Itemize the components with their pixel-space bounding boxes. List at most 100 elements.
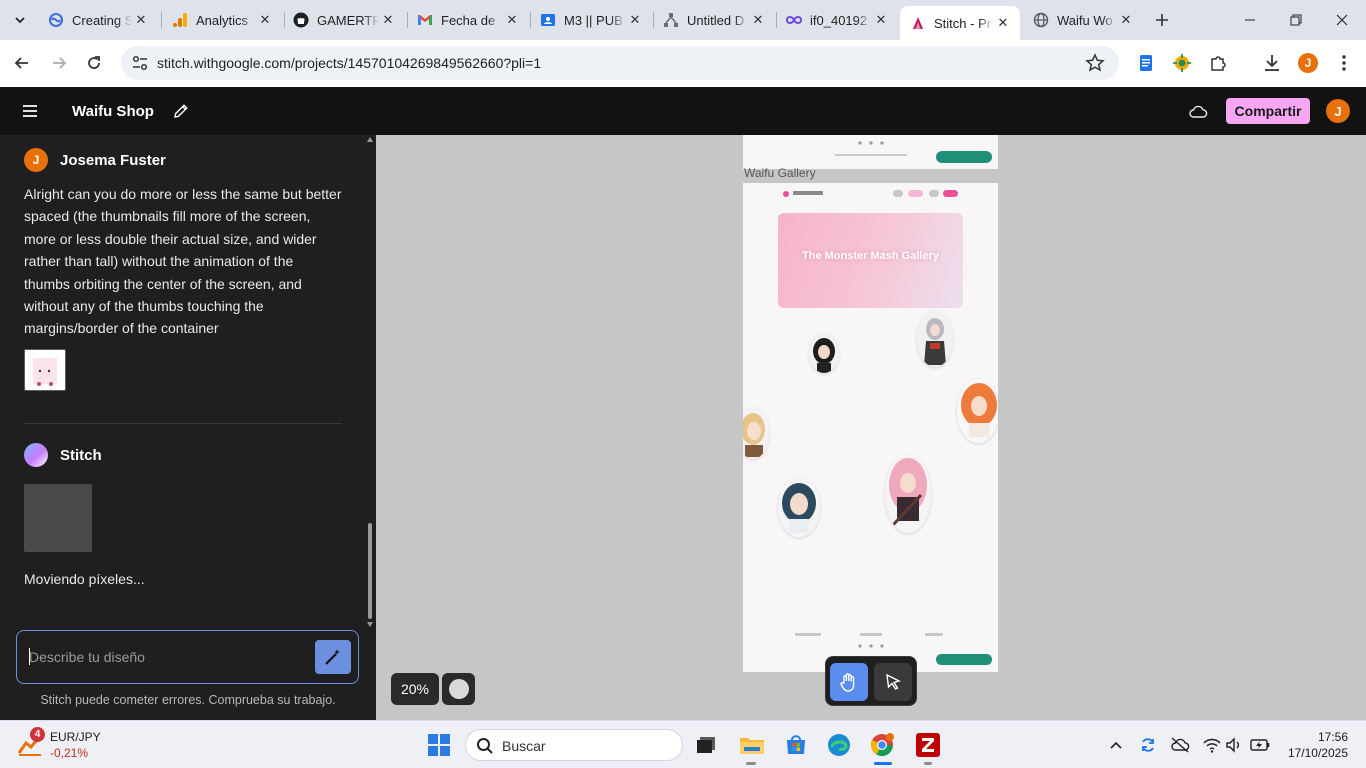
close-icon[interactable]: ✕: [749, 11, 767, 29]
user-message-header: J Josema Fuster: [24, 148, 166, 172]
social-icons: [858, 644, 884, 648]
screen-frame-waifu-gallery[interactable]: The Monster Mash Gallery: [743, 183, 998, 672]
forward-arrow-icon: [53, 57, 67, 69]
address-bar[interactable]: stitch.withgoogle.com/projects/145701042…: [121, 46, 1119, 80]
task-view-button[interactable]: [690, 729, 722, 761]
downloads-button[interactable]: [1261, 52, 1283, 74]
cloud-saved-icon[interactable]: [1188, 103, 1208, 121]
minimize-button[interactable]: [1227, 0, 1273, 40]
scroll-down-arrow-icon[interactable]: [367, 622, 373, 627]
windows-taskbar: 4 EUR/JPY -0,21% Buscar 17:56 17/10/2025: [0, 720, 1366, 768]
browser-tab[interactable]: Waifu Wo ✕: [1023, 6, 1143, 34]
scroll-up-arrow-icon[interactable]: [367, 137, 373, 142]
zoom-level-button[interactable]: 20%: [391, 673, 439, 705]
share-button[interactable]: Compartir: [1226, 98, 1310, 124]
running-indicator: [924, 762, 932, 765]
mini-nav-link: [929, 190, 939, 197]
chevron-up-icon: [1110, 741, 1122, 749]
select-tool-button[interactable]: [874, 663, 912, 701]
browser-tab[interactable]: Creating S ✕: [38, 6, 158, 34]
browser-tab-active[interactable]: Stitch - Pr ✕: [900, 6, 1020, 40]
close-icon[interactable]: ✕: [626, 11, 644, 29]
attachment-thumbnail[interactable]: [24, 349, 66, 391]
folder-icon: [740, 738, 764, 754]
reload-button[interactable]: [82, 51, 106, 75]
filezilla-button[interactable]: [912, 729, 944, 761]
magic-wand-icon: [325, 649, 340, 665]
widget-title[interactable]: EUR/JPY: [50, 730, 101, 744]
url-text[interactable]: stitch.withgoogle.com/projects/145701042…: [157, 55, 541, 71]
prompt-input[interactable]: [29, 646, 309, 668]
project-title[interactable]: Waifu Shop: [72, 103, 154, 120]
gmail-icon: [417, 12, 433, 28]
browser-tab[interactable]: GAMERTR ✕: [283, 6, 405, 34]
app-header: Waifu Shop Compartir J: [0, 87, 1366, 135]
prompt-input-container: [16, 630, 359, 684]
widget-value[interactable]: -0,21%: [50, 746, 88, 760]
minimize-icon: [1245, 19, 1255, 21]
theme-toggle-button[interactable]: [442, 673, 475, 705]
tab-search-button[interactable]: [8, 8, 32, 32]
hamburger-menu-icon[interactable]: [20, 101, 40, 121]
stitch-avatar-icon: [24, 443, 48, 467]
profile-button[interactable]: J: [1297, 52, 1319, 74]
close-icon[interactable]: ✕: [872, 11, 890, 29]
restore-button[interactable]: [1273, 0, 1319, 40]
close-icon[interactable]: ✕: [1117, 11, 1135, 29]
microsoft-store-button[interactable]: [780, 729, 812, 761]
restore-icon: [1290, 14, 1302, 26]
extension-button[interactable]: [1171, 52, 1193, 74]
browser-tab[interactable]: M3 || PUB ✕: [530, 6, 652, 34]
browser-tab[interactable]: Analytics ✕: [162, 6, 282, 34]
back-button[interactable]: [10, 51, 34, 75]
tray-overflow-button[interactable]: [1106, 735, 1126, 755]
browser-tab[interactable]: if0_40192 ✕: [776, 6, 898, 34]
site-settings-icon[interactable]: [131, 54, 149, 72]
cloud-off-icon: [1171, 737, 1190, 753]
extension-button[interactable]: [1135, 52, 1157, 74]
battery-tray-button[interactable]: [1250, 735, 1270, 755]
forward-button[interactable]: [47, 51, 71, 75]
generate-button[interactable]: [315, 640, 351, 674]
user-avatar[interactable]: J: [1326, 99, 1350, 123]
text-caret: [29, 648, 30, 665]
hand-tool-button[interactable]: [830, 663, 868, 701]
mini-nav-button: [943, 190, 958, 197]
design-canvas[interactable]: Waifu Gallery The Monster Mash Gallery 2…: [376, 135, 1366, 720]
close-icon[interactable]: ✕: [132, 11, 150, 29]
extensions-menu-button[interactable]: [1207, 52, 1229, 74]
docs-extension-icon: [1140, 55, 1152, 71]
frame-title[interactable]: Waifu Gallery: [744, 166, 816, 180]
chrome-button[interactable]: [866, 729, 898, 761]
browser-tab[interactable]: Untitled D ✕: [653, 6, 775, 34]
kebab-menu-icon: [1342, 55, 1346, 71]
close-icon[interactable]: ✕: [503, 11, 521, 29]
close-window-button[interactable]: [1319, 0, 1365, 40]
edit-pencil-icon[interactable]: [172, 102, 190, 120]
sync-tray-button[interactable]: [1138, 735, 1158, 755]
close-icon[interactable]: ✕: [256, 11, 274, 29]
edge-icon: [828, 734, 850, 756]
edge-button[interactable]: [823, 729, 855, 761]
wifi-tray-button[interactable]: [1202, 735, 1222, 755]
volume-tray-button[interactable]: [1224, 735, 1244, 755]
battery-charging-icon: [1250, 739, 1270, 751]
github-icon: [293, 12, 309, 28]
browser-tab[interactable]: Fecha de ✕: [407, 6, 529, 34]
new-tab-button[interactable]: [1150, 8, 1174, 32]
taskbar-search[interactable]: Buscar: [465, 729, 683, 761]
cursor-arrow-icon: [886, 673, 901, 690]
windows-start-icon[interactable]: [428, 734, 450, 756]
scrollbar-thumb[interactable]: [368, 523, 372, 619]
system-clock[interactable]: 17:56 17/10/2025: [1272, 729, 1348, 761]
cloud-off-tray-button[interactable]: [1170, 735, 1190, 755]
close-icon[interactable]: ✕: [994, 14, 1012, 32]
file-explorer-button[interactable]: [736, 729, 768, 761]
user-message-text: Alright can you do more or less the same…: [24, 186, 342, 337]
previous-screen-frame[interactable]: [743, 135, 998, 169]
tab-label: Waifu Wo: [1057, 12, 1113, 28]
back-arrow-icon: [14, 57, 28, 69]
browser-menu-button[interactable]: [1333, 52, 1355, 74]
bookmark-star-icon[interactable]: [1085, 53, 1105, 73]
close-icon[interactable]: ✕: [379, 11, 397, 29]
